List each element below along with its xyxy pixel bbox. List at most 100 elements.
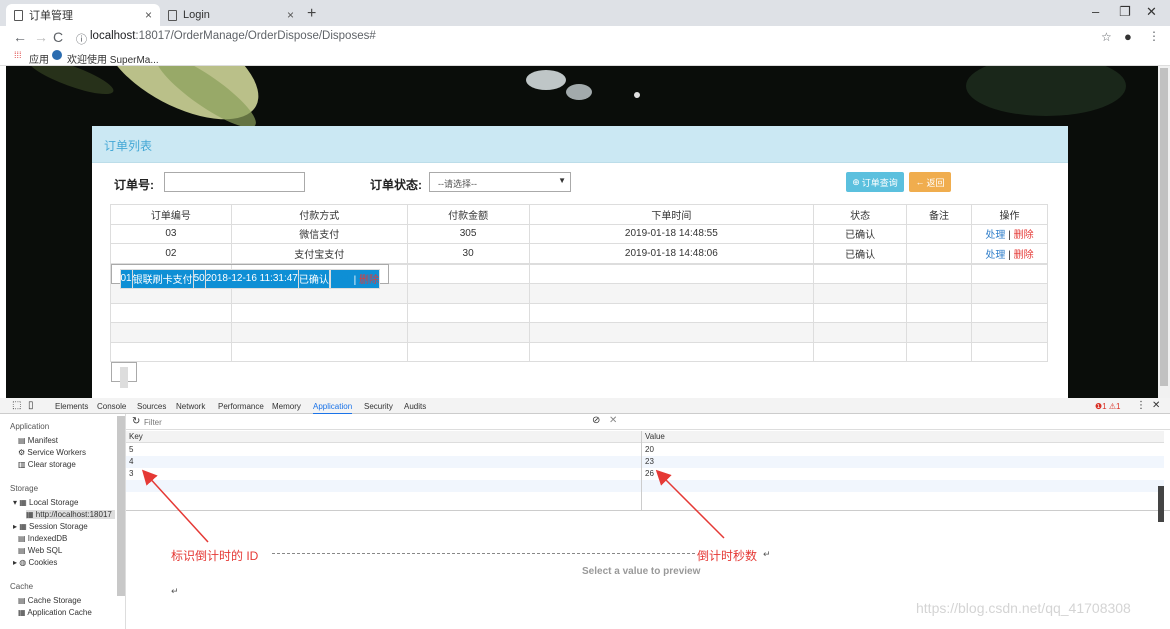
background-flower-decoration — [526, 70, 566, 90]
devtools-tab-memory[interactable]: Memory — [272, 402, 301, 411]
table-row[interactable]: 02 支付宝支付 30 2019-01-18 14:48:06 已确认 处理 |… — [110, 243, 1048, 264]
gear-icon: ⚙ — [18, 448, 28, 457]
maximize-button[interactable]: ❐ — [1119, 4, 1131, 20]
bookmark-superma[interactable]: 欢迎使用 SuperMa... — [67, 51, 159, 66]
annotation-arrow-right — [655, 469, 725, 539]
chevron-down-icon: ▼ — [558, 176, 566, 185]
table-header-row: 订单编号 付款方式 付款金额 下单时间 状态 备注 操作 — [110, 204, 1048, 225]
sidebar-item-clear-storage[interactable]: ▥ Clear storage — [18, 460, 76, 469]
cell-actions: 处理 | 删除 — [329, 268, 381, 289]
sidebar-item-indexeddb[interactable]: ▤ IndexedDB — [18, 534, 67, 543]
devtools-menu-icon[interactable]: ⋮ — [1136, 400, 1146, 411]
devtools-tab-audits[interactable]: Audits — [404, 402, 426, 411]
bookmark-star-icon[interactable]: ☆ — [1101, 30, 1112, 44]
empty-row — [110, 362, 137, 388]
handle-link[interactable]: 处理 — [985, 250, 1005, 261]
close-tab-icon[interactable]: × — [145, 8, 152, 22]
order-query-button[interactable]: ⊕ 订单查询 — [846, 172, 904, 192]
devtools-tab-bar: ⬚ ▯ Elements Console Sources Network Per… — [0, 398, 1170, 415]
col-header-order-time: 下单时间 — [528, 204, 815, 225]
grid-icon: ▦ — [19, 498, 30, 507]
sidebar-item-session-storage[interactable]: ▸ ▦ Session Storage — [13, 522, 88, 531]
devtools-tab-security[interactable]: Security — [364, 402, 393, 411]
delete-link[interactable]: 删除 — [359, 275, 379, 286]
sidebar-item-manifest[interactable]: ▤ Manifest — [18, 436, 58, 445]
devtools-tab-elements[interactable]: Elements — [55, 402, 88, 411]
devtools-tab-network[interactable]: Network — [176, 402, 205, 411]
delete-link[interactable]: 删除 — [1014, 250, 1034, 261]
application-section-header: Application — [10, 422, 50, 431]
forward-arrow-icon[interactable]: → — [34, 29, 48, 45]
tab-title: Login — [183, 9, 210, 21]
order-no-label: 订单号: — [114, 178, 154, 192]
bookmark-apps[interactable]: 应用 — [29, 51, 49, 66]
scrollbar-thumb[interactable] — [1160, 68, 1168, 386]
devtools-status-counts[interactable]: ❶1 ⚠1 — [1095, 402, 1120, 411]
apps-grid-icon[interactable]: ⁞⁞⁞ — [14, 50, 22, 60]
table-row[interactable]: 03 微信支付 305 2019-01-18 14:48:55 已确认 处理 |… — [110, 223, 1048, 244]
inspect-icon[interactable]: ⬚ — [12, 400, 21, 411]
background-leaf-decoration — [966, 66, 1126, 116]
close-tab-icon[interactable]: × — [287, 8, 294, 22]
tab-login[interactable]: Login × — [160, 4, 302, 26]
handle-link[interactable]: 处理 — [985, 230, 1005, 241]
cell-order-id: 03 — [110, 223, 232, 244]
minimize-button[interactable]: – — [1092, 4, 1099, 19]
storage-section-header: Storage — [10, 484, 39, 493]
back-button[interactable]: ← 返回 — [909, 172, 951, 192]
order-status-select[interactable]: --请选择-- ▼ — [429, 172, 571, 192]
sidebar-item-cache-storage[interactable]: ▤ Cache Storage — [18, 596, 81, 605]
table-row-selected[interactable]: 01 银联刷卡支付 50 2018-12-16 11:31:47 已确认 处理 … — [110, 263, 390, 289]
database-icon: ▤ — [18, 596, 28, 605]
devtools-tab-performance[interactable]: Performance — [218, 402, 264, 411]
devtools-tab-console[interactable]: Console — [97, 402, 126, 411]
preview-placeholder: Select a value to preview — [582, 566, 701, 577]
background-leaf-decoration — [25, 66, 117, 101]
tab-title: 订单管理 — [29, 10, 73, 22]
database-icon: ▤ — [18, 534, 28, 543]
page-icon — [168, 9, 177, 21]
order-no-input[interactable] — [164, 172, 305, 192]
col-header-order-id: 订单编号 — [110, 204, 232, 225]
sidebar-item-application-cache[interactable]: ▦ Application Cache — [18, 608, 92, 617]
new-tab-button[interactable]: + — [307, 5, 316, 23]
col-header-pay-method: 付款方式 — [230, 204, 408, 225]
url-field[interactable]: localhost:18017/OrderManage/OrderDispose… — [90, 30, 376, 42]
devtools-close-icon[interactable]: ✕ — [1152, 400, 1160, 411]
reload-icon[interactable]: C — [53, 29, 63, 45]
cell-note — [906, 243, 973, 264]
back-arrow-icon[interactable]: ← — [13, 29, 27, 45]
cell-status: 已确认 — [297, 268, 330, 289]
delete-link[interactable]: 删除 — [1014, 230, 1034, 241]
devtools-sidebar: Application ▤ Manifest ⚙ Service Workers… — [0, 414, 126, 629]
annotation-arrow-left — [141, 469, 209, 543]
sidebar-item-localhost[interactable]: ▦ http://localhost:18017 — [26, 510, 115, 519]
sidebar-item-cookies[interactable]: ▸ ◍ Cookies — [13, 558, 57, 567]
grid-icon: ▦ — [18, 608, 28, 617]
empty-row — [110, 341, 1048, 362]
database-icon: ▤ — [18, 546, 28, 555]
page-icon — [14, 9, 23, 21]
return-mark: ↵ — [763, 549, 771, 559]
cell-order-id: 01 — [119, 268, 133, 289]
handle-link[interactable]: 处理 — [331, 275, 351, 286]
panel-title: 订单列表 — [92, 126, 1068, 163]
cell-status: 已确认 — [813, 223, 908, 244]
grid-icon: ▦ — [26, 510, 36, 519]
device-toggle-icon[interactable]: ▯ — [28, 400, 34, 411]
sidebar-item-service-workers[interactable]: ⚙ Service Workers — [18, 448, 86, 457]
cell-pay-method: 微信支付 — [230, 223, 408, 244]
sidebar-item-websql[interactable]: ▤ Web SQL — [18, 546, 62, 555]
page-scrollbar[interactable] — [1158, 66, 1170, 398]
cell-actions: 处理 | 删除 — [971, 223, 1048, 244]
devtools-storage-view: ↻ ⊘ ✕ Key Value 5 20 4 23 3 26 标识倒计时的 ID… — [126, 414, 1170, 629]
close-window-button[interactable]: ✕ — [1146, 4, 1157, 20]
sidebar-scrollbar[interactable] — [117, 416, 125, 596]
tab-order-management[interactable]: 订单管理 × — [6, 4, 160, 26]
cell-order-time: 2019-01-18 14:48:55 — [528, 223, 815, 244]
devtools-tab-sources[interactable]: Sources — [137, 402, 166, 411]
menu-icon[interactable]: ⋮ — [1148, 29, 1160, 43]
search-icon: ⊕ — [852, 176, 860, 187]
sidebar-item-local-storage[interactable]: ▾ ▦ Local Storage — [13, 498, 78, 507]
profile-icon[interactable]: ● — [1124, 29, 1132, 44]
